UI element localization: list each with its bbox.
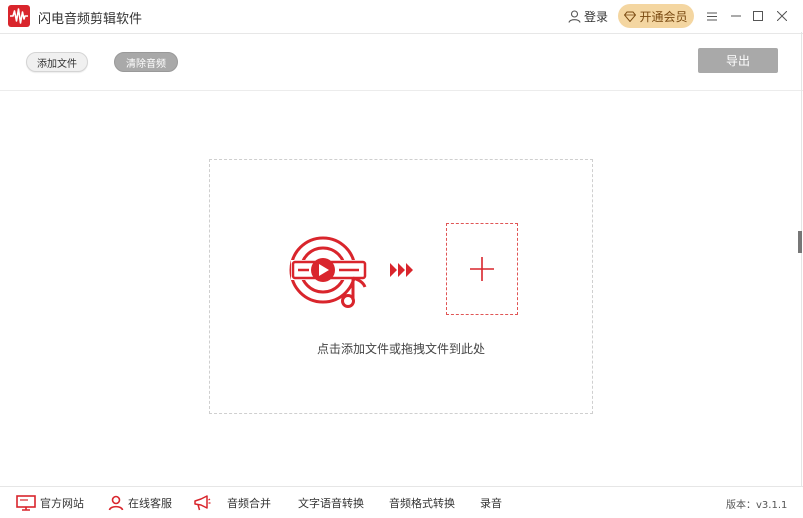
clear-audio-button[interactable]: 清除音频 xyxy=(114,52,178,72)
drop-hint-text: 点击添加文件或拖拽文件到此处 xyxy=(316,342,485,356)
login-button[interactable]: 登录 xyxy=(568,8,608,25)
diamond-icon xyxy=(624,11,637,22)
person-icon xyxy=(108,495,124,511)
close-icon xyxy=(777,11,787,21)
add-file-button[interactable]: 添加文件 xyxy=(26,52,88,72)
version-text: 版本：v3.1.1 xyxy=(726,500,788,511)
login-label: 登录 xyxy=(584,10,609,24)
forward-arrows-icon xyxy=(390,263,413,277)
audio-merge-label: 音频合并 xyxy=(227,497,271,510)
vip-button[interactable]: 开通会员 xyxy=(618,4,694,28)
text-speech-link[interactable]: 文字语音转换 xyxy=(298,495,364,511)
toolbar-divider xyxy=(0,90,803,91)
minimize-button[interactable] xyxy=(727,6,745,26)
minimize-icon xyxy=(731,15,741,17)
drop-zone[interactable] xyxy=(209,159,593,414)
online-support-label: 在线客服 xyxy=(128,497,172,510)
maximize-button[interactable] xyxy=(749,6,767,26)
close-button[interactable] xyxy=(773,6,791,26)
user-icon xyxy=(568,10,581,23)
record-link[interactable]: 录音 xyxy=(480,495,502,511)
format-convert-link[interactable]: 音频格式转换 xyxy=(389,495,455,511)
vip-label: 开通会员 xyxy=(639,9,688,24)
menu-button[interactable] xyxy=(703,6,721,26)
maximize-icon xyxy=(753,11,763,21)
official-site-link[interactable]: 官方网站 xyxy=(16,495,84,511)
online-support-link[interactable]: 在线客服 xyxy=(108,495,172,511)
megaphone-icon xyxy=(194,495,211,511)
menu-icon xyxy=(707,12,717,20)
title-bar: 闪电音频剪辑软件 登录 开通会员 xyxy=(0,0,803,32)
official-site-label: 官方网站 xyxy=(40,497,84,510)
text-speech-label: 文字语音转换 xyxy=(298,497,364,510)
monitor-icon xyxy=(16,495,36,511)
export-button[interactable]: 导出 xyxy=(698,48,778,73)
toolbar: 添加文件 清除音频 导出 xyxy=(0,34,803,90)
app-title: 闪电音频剪辑软件 xyxy=(38,12,143,27)
app-logo-icon xyxy=(8,5,30,27)
audio-merge-link[interactable]: 音频合并 xyxy=(193,495,271,511)
format-convert-label: 音频格式转换 xyxy=(389,497,455,510)
media-file-icon xyxy=(289,236,367,308)
add-file-dropzone-button[interactable] xyxy=(446,223,518,315)
plus-icon xyxy=(470,257,494,281)
resize-handle[interactable] xyxy=(798,231,802,253)
bottom-bar: 官方网站 在线客服 音频合并 文字语音转换 音频格式转换 录音 版本：v3.1.… xyxy=(0,486,803,518)
window-edge xyxy=(801,32,802,487)
record-label: 录音 xyxy=(480,497,502,510)
